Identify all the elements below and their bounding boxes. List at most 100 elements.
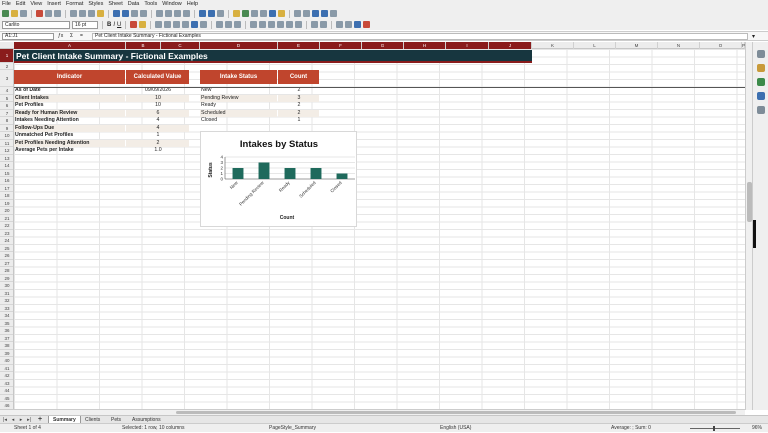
row-header[interactable]: 41: [0, 365, 13, 372]
row-header[interactable]: 19: [0, 200, 13, 207]
borders-icon[interactable]: [336, 21, 344, 28]
copy-icon[interactable]: [79, 10, 86, 17]
export-pdf-icon[interactable]: [36, 10, 43, 17]
align-right-icon[interactable]: [173, 21, 181, 28]
headers-footers-icon[interactable]: [294, 10, 301, 17]
align-center-icon[interactable]: [164, 21, 172, 28]
font-size-select[interactable]: 16 pt: [72, 20, 98, 29]
column-header-j[interactable]: J: [489, 42, 532, 49]
sheet-title[interactable]: Pet Client Intake Summary - Fictional Ex…: [14, 50, 532, 63]
row-header[interactable]: 6: [0, 102, 13, 110]
table1-header-value[interactable]: Calculated Value: [126, 70, 189, 84]
column-header-o[interactable]: O: [700, 42, 742, 49]
styles-icon[interactable]: [757, 64, 765, 72]
column-header-b[interactable]: B: [126, 42, 161, 49]
sidebar-resize-handle[interactable]: [753, 220, 756, 248]
insert-row-icon[interactable]: [156, 10, 163, 17]
menu-styles[interactable]: Styles: [88, 1, 103, 7]
insert-image-icon[interactable]: [233, 10, 240, 17]
show-draw-functions-icon[interactable]: [330, 10, 337, 17]
row-header[interactable]: 16: [0, 177, 13, 185]
sort-ascending-icon[interactable]: [199, 10, 206, 17]
navigator-icon[interactable]: [757, 92, 765, 100]
name-box[interactable]: A1:J1: [2, 33, 54, 40]
menu-insert[interactable]: Insert: [47, 1, 61, 7]
column-header-k[interactable]: K: [532, 42, 574, 49]
delete-decimal-icon[interactable]: [295, 21, 303, 28]
print-preview-icon[interactable]: [54, 10, 61, 17]
row-header[interactable]: 24: [0, 237, 13, 245]
menu-window[interactable]: Window: [162, 1, 182, 7]
align-bottom-icon[interactable]: [234, 21, 242, 28]
delete-column-icon[interactable]: [183, 10, 190, 17]
table2-value-cell[interactable]: 2: [278, 102, 319, 110]
zoom-slider[interactable]: [690, 428, 740, 429]
open-folder-icon[interactable]: [11, 10, 18, 17]
functions-icon[interactable]: [757, 106, 765, 114]
pivot-table-icon[interactable]: [251, 10, 258, 17]
font-color-icon[interactable]: [130, 21, 138, 28]
menu-format[interactable]: Format: [66, 1, 83, 7]
clone-formatting-icon[interactable]: [97, 10, 104, 17]
row-header[interactable]: 1: [0, 49, 13, 63]
format-date-icon[interactable]: [277, 21, 285, 28]
font-name-select[interactable]: Carlito: [2, 20, 70, 29]
table1-value-cell[interactable]: 6: [126, 109, 189, 117]
row-header[interactable]: 2: [0, 63, 13, 70]
border-style-icon[interactable]: [345, 21, 353, 28]
formula-input[interactable]: Pet Client Intake Summary - Fictional Ex…: [92, 33, 748, 40]
row-header[interactable]: 33: [0, 305, 13, 312]
row-header[interactable]: 11: [0, 140, 13, 147]
row-header[interactable]: 37: [0, 335, 13, 342]
align-top-icon[interactable]: [216, 21, 224, 28]
row-header[interactable]: 35: [0, 320, 13, 327]
column-header-m[interactable]: M: [616, 42, 658, 49]
table2-value-cell[interactable]: 1: [278, 117, 319, 125]
row-header[interactable]: 7: [0, 110, 13, 117]
save-icon[interactable]: [20, 10, 27, 17]
table2-value-cell[interactable]: 3: [278, 94, 319, 102]
row-header[interactable]: 12: [0, 147, 13, 155]
row-header[interactable]: 38: [0, 342, 13, 350]
row-header[interactable]: 4: [0, 87, 13, 95]
autofilter-icon[interactable]: [217, 10, 224, 17]
row-header[interactable]: 3: [0, 70, 13, 87]
new-document-icon[interactable]: [2, 10, 9, 17]
row-header[interactable]: 20: [0, 207, 13, 215]
column-header-c[interactable]: C: [161, 42, 200, 49]
table1-header-indicator[interactable]: Indicator: [14, 70, 125, 84]
table1-label-cell[interactable]: Pet Profiles: [14, 102, 125, 110]
table2-label-cell[interactable]: Ready: [200, 102, 277, 110]
menu-edit[interactable]: Edit: [16, 1, 25, 7]
gallery-icon[interactable]: [757, 78, 765, 86]
row-header[interactable]: 32: [0, 297, 13, 305]
row-header[interactable]: 43: [0, 380, 13, 387]
freeze-rows-columns-icon[interactable]: [312, 10, 319, 17]
column-header-e[interactable]: E: [278, 42, 320, 49]
menu-view[interactable]: View: [30, 1, 42, 7]
table1-value-cell[interactable]: 10: [126, 94, 189, 102]
row-header[interactable]: 25: [0, 245, 13, 252]
comment-icon[interactable]: [278, 10, 285, 17]
undo-icon[interactable]: [113, 10, 120, 17]
split-window-icon[interactable]: [321, 10, 328, 17]
table1-label-cell[interactable]: Intakes Needing Attention: [14, 117, 125, 125]
row-header[interactable]: 15: [0, 170, 13, 177]
properties-icon[interactable]: [757, 50, 765, 58]
table2-label-cell[interactable]: Pending Review: [200, 94, 277, 102]
row-header[interactable]: 14: [0, 162, 13, 170]
row-header[interactable]: 34: [0, 312, 13, 320]
format-percent-icon[interactable]: [259, 21, 267, 28]
row-header[interactable]: 13: [0, 155, 13, 162]
find-replace-icon[interactable]: [131, 10, 138, 17]
menu-help[interactable]: Help: [187, 1, 198, 7]
table1-value-cell[interactable]: 4: [126, 124, 189, 132]
table2-header-status[interactable]: Intake Status: [200, 70, 277, 84]
align-left-icon[interactable]: [155, 21, 163, 28]
table1-value-cell[interactable]: 4: [126, 117, 189, 125]
row-header[interactable]: 36: [0, 327, 13, 335]
justify-icon[interactable]: [182, 21, 190, 28]
sort-descending-icon[interactable]: [208, 10, 215, 17]
row-header[interactable]: 44: [0, 387, 13, 395]
table2-label-cell[interactable]: Closed: [200, 117, 277, 125]
